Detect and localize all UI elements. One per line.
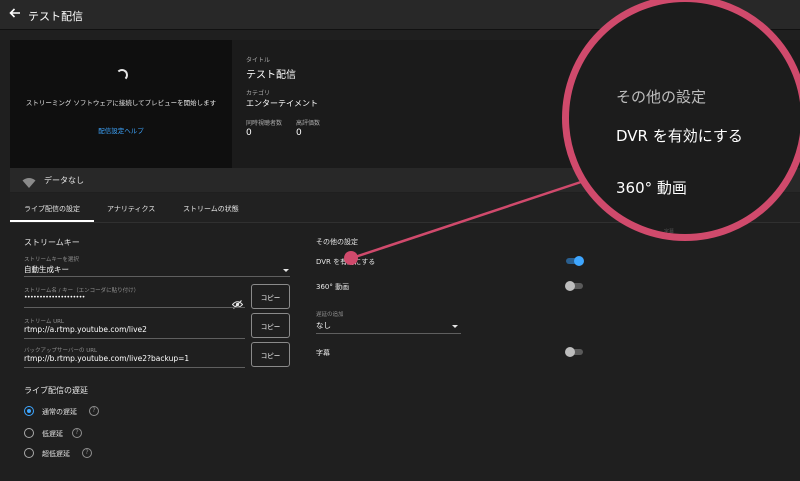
captions-toggle[interactable] <box>565 347 583 357</box>
latency-ultra-low-radio[interactable] <box>24 448 34 458</box>
preview-message: ストリーミング ソフトウェアに接続してプレビューを開始します <box>25 99 217 107</box>
visibility-off-icon[interactable] <box>231 294 244 313</box>
tab-stream-settings[interactable]: ライブ配信の設定 <box>24 204 80 214</box>
active-tab-indicator <box>10 220 94 222</box>
delay-value[interactable]: なし <box>316 320 331 331</box>
title-label: タイトル <box>246 57 271 64</box>
stream-key-section-title: ストリームキー <box>24 238 80 247</box>
copy-stream-key-button[interactable]: コピー <box>251 284 290 309</box>
help-icon[interactable]: ? <box>72 428 82 438</box>
toggle-knob <box>565 347 575 357</box>
settings-content <box>10 223 800 481</box>
dvr-label: DVR を有効にする <box>316 258 376 266</box>
stream-url-underline <box>24 338 245 339</box>
stream-name-underline <box>24 307 245 308</box>
backup-url-value[interactable]: rtmp://b.rtmp.youtube.com/live2?backup=1 <box>24 354 189 363</box>
captions-label: 字幕 <box>316 349 330 357</box>
likes-label: 高評価数 <box>296 120 321 127</box>
copy-backup-url-button[interactable]: コピー <box>251 342 290 367</box>
zoom-other-settings-title: その他の設定 <box>616 88 707 106</box>
toggle-knob <box>574 256 584 266</box>
page-title: テスト配信 <box>28 10 83 23</box>
latency-normal-radio[interactable] <box>24 406 34 416</box>
help-icon[interactable]: ? <box>89 406 99 416</box>
stream-name-value[interactable]: •••••••••••••••••••• <box>24 294 85 301</box>
dvr-toggle[interactable] <box>566 256 584 266</box>
latency-low-label: 低遅延 <box>42 430 63 438</box>
latency-section-title: ライブ配信の遅延 <box>24 386 88 395</box>
category-value: エンターテイメント <box>246 99 318 108</box>
latency-normal-label: 通常の遅延 <box>42 408 77 416</box>
delay-underline <box>316 333 461 334</box>
latency-low-radio[interactable] <box>24 428 34 438</box>
zoom-callout: その他の設定 DVR を有効にする 360° 動画 字幕 <box>562 0 800 241</box>
latency-ultra-low-label: 超低遅延 <box>42 450 70 458</box>
concurrent-viewers-label: 同時視聴者数 <box>246 120 283 127</box>
loading-spinner-icon <box>116 69 128 81</box>
concurrent-viewers-value: 0 <box>246 128 252 138</box>
status-text: データなし <box>44 176 84 185</box>
tab-stream-health[interactable]: ストリームの状態 <box>183 204 239 214</box>
category-label: カテゴリ <box>246 90 271 97</box>
dropdown-arrow-icon[interactable] <box>452 325 458 328</box>
other-settings-title: その他の設定 <box>316 238 358 246</box>
stream-url-value[interactable]: rtmp://a.rtmp.youtube.com/live2 <box>24 325 147 334</box>
delay-label: 遅延の追加 <box>316 312 344 318</box>
back-arrow-icon[interactable] <box>8 6 24 22</box>
360-video-toggle[interactable] <box>565 281 583 291</box>
help-icon[interactable]: ? <box>82 448 92 458</box>
zoom-360-video-label: 360° 動画 <box>616 179 687 197</box>
tab-analytics[interactable]: アナリティクス <box>107 204 155 214</box>
360-video-label: 360° 動画 <box>316 283 350 291</box>
toggle-knob <box>565 281 575 291</box>
wifi-icon <box>22 174 36 193</box>
likes-value: 0 <box>296 128 302 138</box>
settings-help-link[interactable]: 配信設定ヘルプ <box>10 125 232 135</box>
stream-url-label: ストリーム URL <box>24 319 64 325</box>
zoom-faint-text: 字幕 <box>664 229 675 235</box>
copy-stream-url-button[interactable]: コピー <box>251 313 290 338</box>
title-value: テスト配信 <box>246 70 296 81</box>
zoom-dvr-label: DVR を有効にする <box>616 127 743 145</box>
backup-url-underline <box>24 367 245 368</box>
stream-key-select-label: ストリームキーを選択 <box>24 257 79 263</box>
dropdown-arrow-icon[interactable] <box>283 269 289 272</box>
backup-url-label: バックアップサーバーの URL <box>24 348 98 354</box>
stream-name-label: ストリーム名 / キー（エンコーダに貼り付け） <box>24 288 140 294</box>
stream-key-select-value[interactable]: 自動生成キー <box>24 264 69 275</box>
stream-key-select-underline <box>24 276 290 277</box>
